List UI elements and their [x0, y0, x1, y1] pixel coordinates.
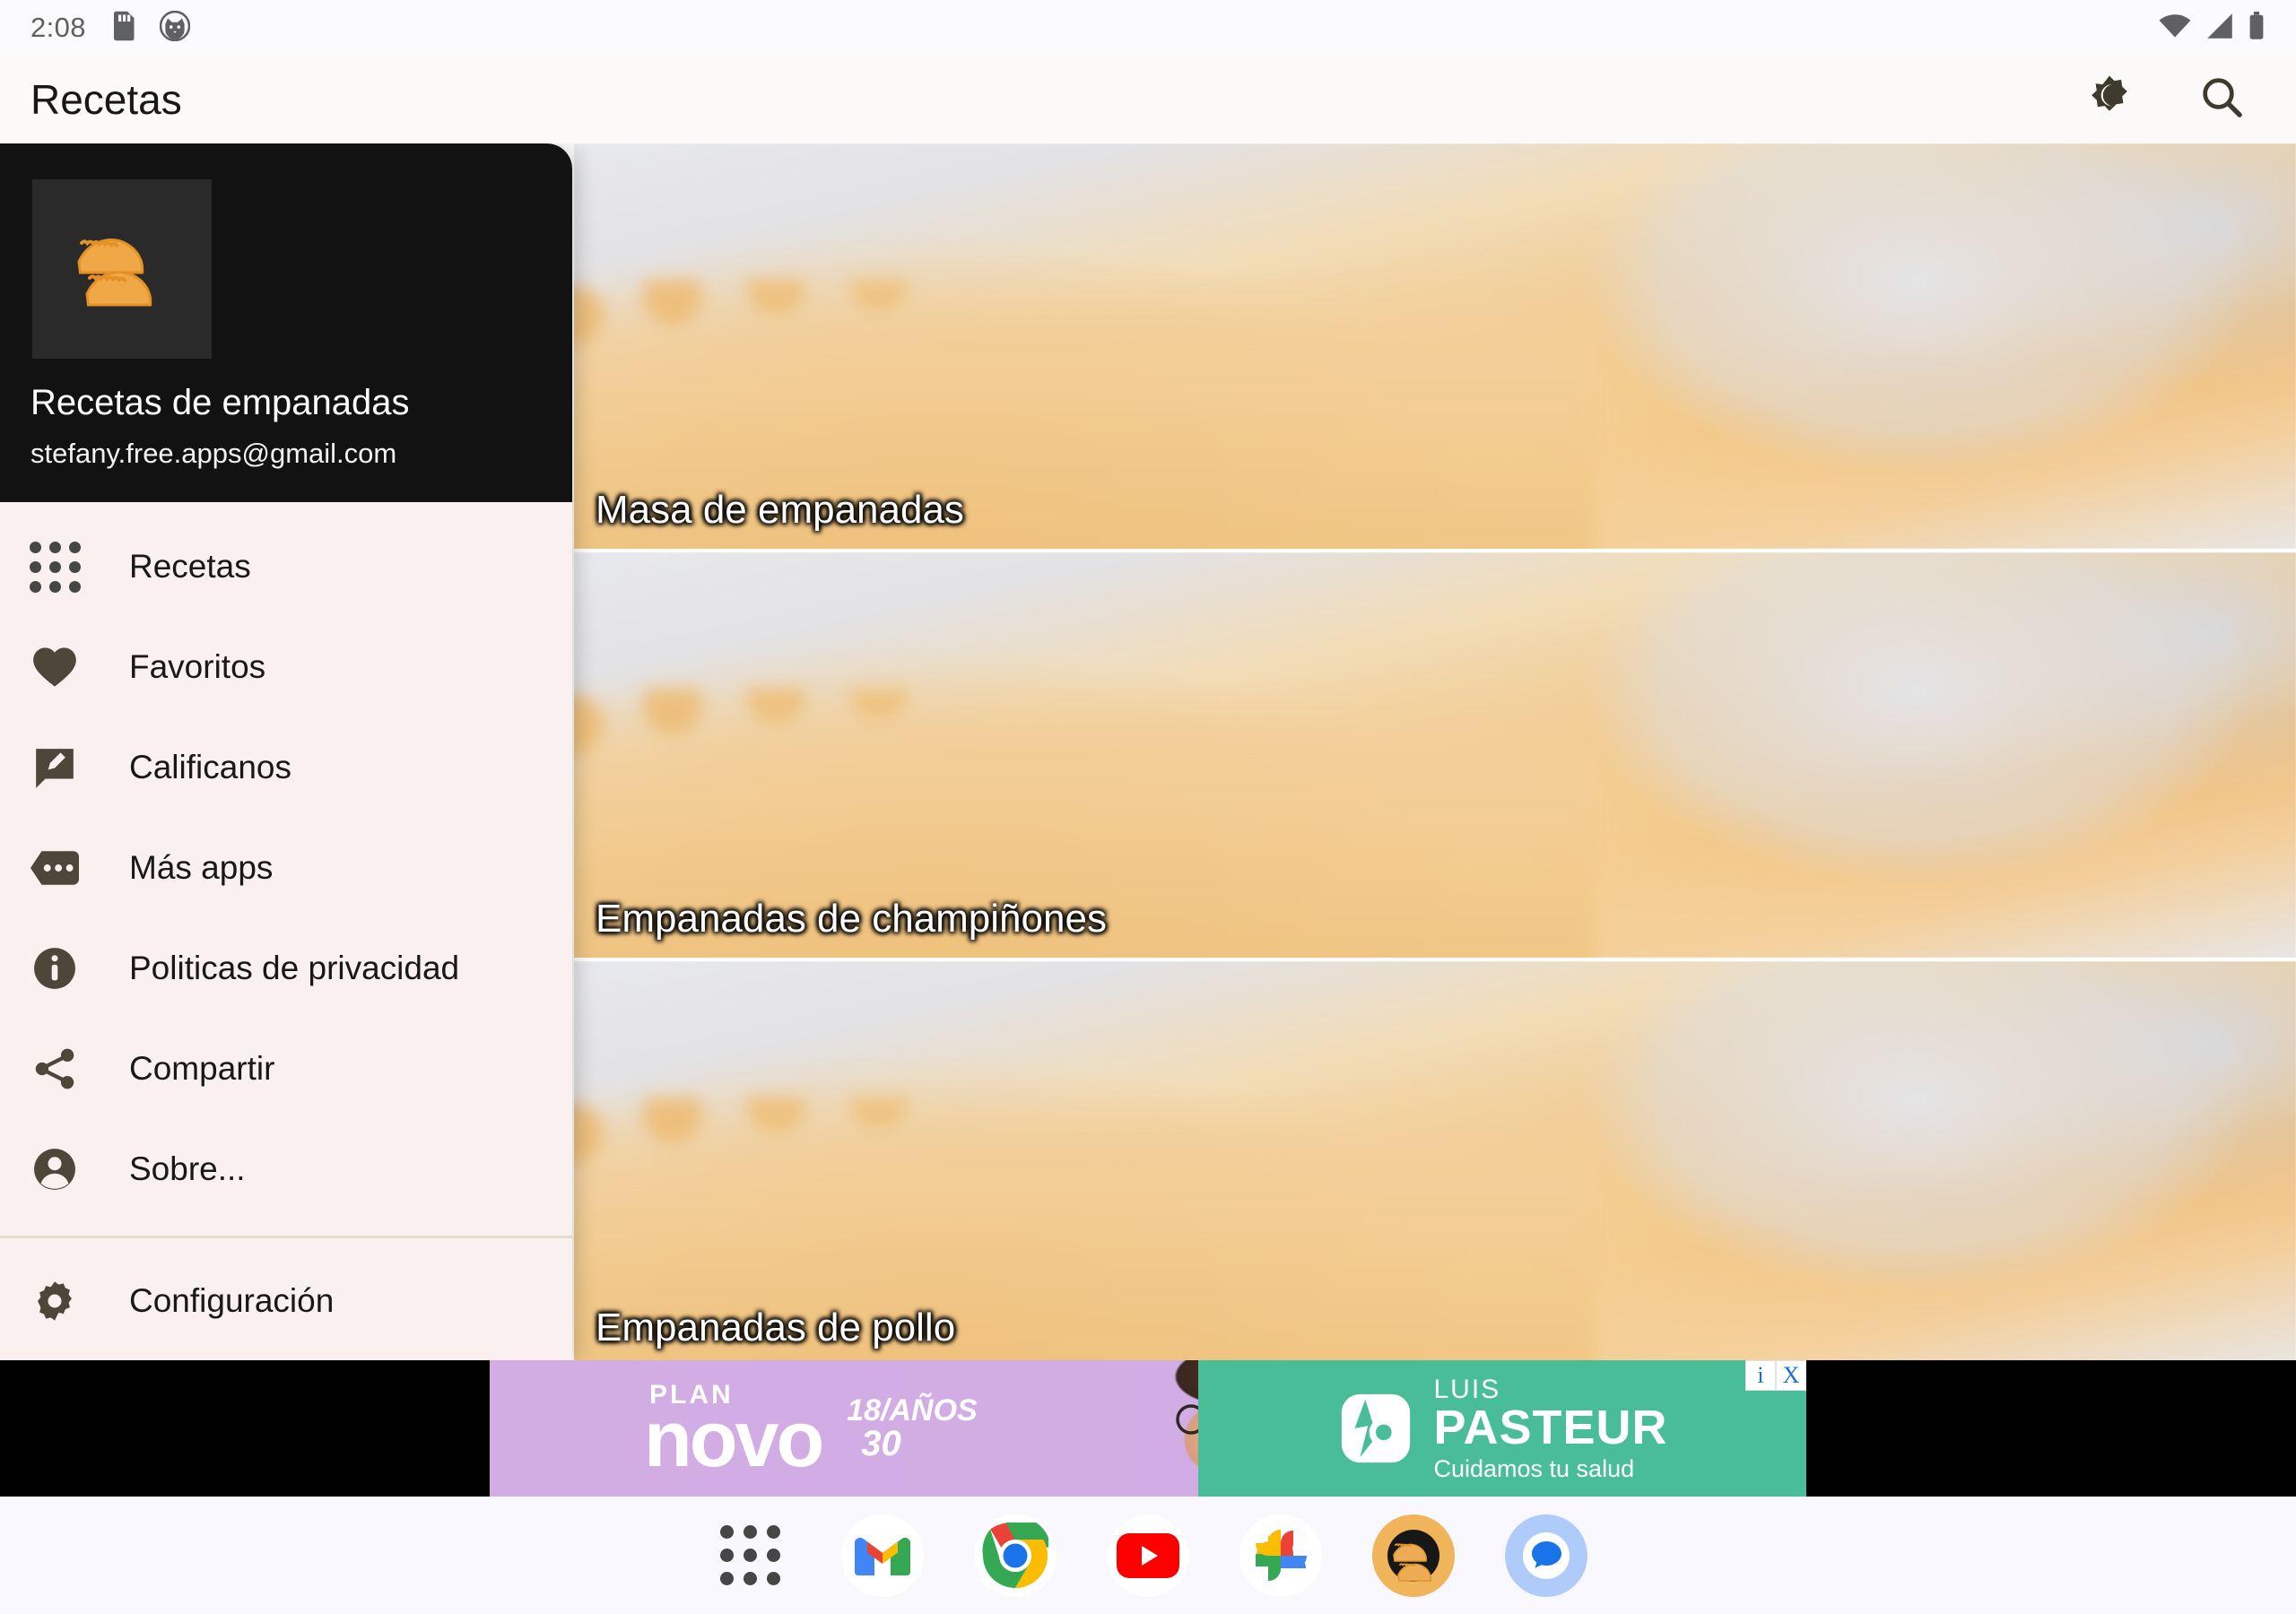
ad-sponsor-tagline: Cuidamos tu salud	[1433, 1454, 1635, 1482]
drawer-logo	[32, 179, 212, 359]
ad-age-bottom: 30	[861, 1424, 901, 1463]
status-clock: 2:08	[30, 12, 86, 43]
recipe-card[interactable]: Empanadas de champiñones	[574, 552, 2296, 961]
sidebar-item-mas-apps[interactable]: Más apps	[0, 818, 572, 918]
gmail-icon[interactable]	[841, 1514, 924, 1597]
chrome-icon[interactable]	[974, 1514, 1057, 1597]
heart-icon	[30, 643, 79, 691]
ad-sponsor-large: PASTEUR	[1433, 1400, 1668, 1454]
page-title: Recetas	[30, 76, 182, 123]
recipe-title: Empanadas de pollo	[596, 1306, 956, 1349]
info-icon	[30, 944, 79, 993]
sidebar-item-label: Calificanos	[129, 749, 291, 785]
ad-right-panel: LUIS PASTEUR Cuidamos tu salud	[1198, 1360, 1806, 1497]
youtube-icon[interactable]	[1107, 1514, 1189, 1597]
messages-icon[interactable]	[1505, 1514, 1587, 1597]
sidebar-item-label: Más apps	[129, 849, 274, 886]
recipe-card[interactable]: Masa de empanadas	[574, 143, 2296, 552]
wifi-icon	[2158, 13, 2192, 44]
sidebar-item-sobre[interactable]: Sobre...	[0, 1119, 572, 1219]
battery-icon	[2248, 11, 2266, 45]
app-bar-actions	[2081, 71, 2251, 128]
sidebar-item-label: Sobre...	[129, 1150, 246, 1187]
app-drawer-grid	[719, 1525, 780, 1585]
cellular-signal-icon	[2205, 13, 2235, 44]
sidebar-item-recetas[interactable]: Recetas	[0, 516, 572, 617]
sidebar-item-politicas-de-privacidad[interactable]: Politicas de privacidad	[0, 918, 572, 1019]
cat-face-icon	[159, 10, 191, 46]
sidebar-item-label: Recetas	[129, 548, 251, 585]
search-button[interactable]	[2194, 71, 2251, 128]
taskbar	[0, 1497, 2296, 1614]
app-bar: Recetas	[0, 56, 2296, 143]
ad-age-top: 18/AÑOS	[847, 1393, 978, 1427]
sidebar-item-label: Configuración	[129, 1282, 335, 1319]
sidebar-item-favoritos[interactable]: Favoritos	[0, 617, 572, 717]
ad-left-panel: PLAN novo 18/AÑOS 30	[490, 1360, 1198, 1497]
status-bar: 2:08	[0, 0, 2296, 56]
sd-card-icon	[109, 11, 136, 46]
account-circle-icon	[30, 1145, 79, 1193]
ad-close-button[interactable]: X	[1776, 1360, 1806, 1391]
recipe-title: Masa de empanadas	[596, 488, 964, 532]
sidebar-item-label: Favoritos	[129, 648, 266, 685]
more-apps-icon	[30, 844, 79, 892]
rate-review-icon	[30, 743, 79, 792]
search-icon	[2198, 74, 2247, 126]
status-bar-right	[2158, 11, 2266, 45]
navigation-drawer: Recetas de empanadas stefany.free.apps@g…	[0, 143, 572, 1360]
share-icon	[30, 1045, 79, 1093]
app-drawer-icon[interactable]	[709, 1514, 791, 1597]
grid-apps-icon	[29, 541, 81, 593]
sidebar-item-calificanos[interactable]: Calificanos	[0, 717, 572, 818]
ad-info-button[interactable]: i	[1745, 1360, 1776, 1391]
ad-brand-block: PLAN novo	[644, 1382, 824, 1484]
brightness-moon-icon	[2084, 73, 2135, 127]
status-bar-left: 2:08	[30, 10, 191, 46]
empanada-logo-icon	[55, 200, 189, 339]
dark-mode-toggle-button[interactable]	[2081, 71, 2138, 128]
ad-age-range: 18/AÑOS 30	[847, 1395, 978, 1462]
main-content: Masa de empanadas Empanadas de champiñon…	[0, 143, 2296, 1360]
advertisement-banner[interactable]: PLAN novo 18/AÑOS 30 LUIS PASTEUR Cuidam…	[490, 1360, 1806, 1497]
recipe-title: Empanadas de champiñones	[596, 897, 1107, 941]
sidebar-item-compartir[interactable]: Compartir	[0, 1019, 572, 1119]
gear-icon	[30, 1277, 79, 1325]
drawer-header: Recetas de empanadas stefany.free.apps@g…	[0, 143, 572, 502]
ad-strip: PLAN novo 18/AÑOS 30 LUIS PASTEUR Cuidam…	[0, 1360, 2296, 1497]
sidebar-item-configuracion[interactable]: Configuración	[0, 1251, 572, 1351]
ad-sponsor-text: LUIS PASTEUR Cuidamos tu salud	[1433, 1374, 1668, 1482]
recetas-app-icon[interactable]	[1372, 1514, 1455, 1597]
sidebar-item-label: Compartir	[129, 1050, 275, 1087]
sidebar-item-label: Politicas de privacidad	[129, 950, 460, 986]
ad-controls: i X	[1745, 1360, 1806, 1393]
drawer-divider	[0, 1236, 572, 1238]
drawer-account-name: Recetas de empanadas	[30, 383, 410, 422]
ad-brand-name: novo	[644, 1394, 824, 1484]
ad-sponsor-small: LUIS	[1433, 1374, 1501, 1404]
pasteur-logo-icon	[1336, 1389, 1415, 1468]
drawer-account-email: stefany.free.apps@gmail.com	[30, 438, 397, 469]
recipe-card[interactable]: Empanadas de pollo	[574, 961, 2296, 1360]
drawer-menu: Recetas Favoritos Calificanos Más apps P…	[0, 502, 572, 1360]
recipe-list: Masa de empanadas Empanadas de champiñon…	[574, 143, 2296, 1360]
google-photos-icon[interactable]	[1239, 1514, 1322, 1597]
